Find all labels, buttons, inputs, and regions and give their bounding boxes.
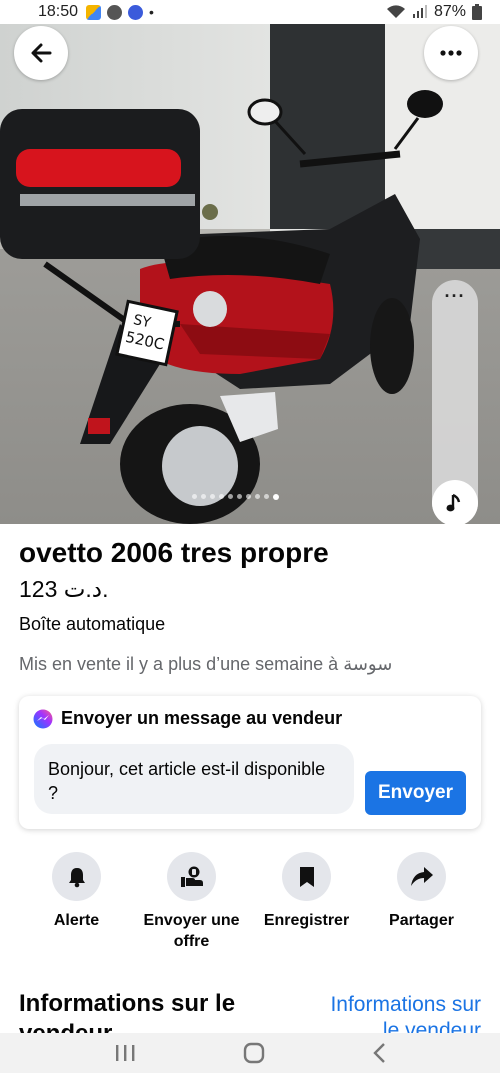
listing-date-location: Mis en vente il y a plus d’une semaine à… <box>19 654 393 674</box>
share-button[interactable] <box>397 852 446 901</box>
gallery-notification-icon <box>86 4 102 20</box>
carousel-dot <box>201 494 206 499</box>
carousel-dot <box>219 494 224 499</box>
more-notifications-icon: • <box>149 4 154 20</box>
more-options-button[interactable] <box>424 26 478 80</box>
listing-title: ovetto 2006 tres propre <box>19 537 329 568</box>
carousel-dot-active <box>273 494 279 500</box>
app-notification-icon <box>128 4 144 20</box>
alert-button[interactable] <box>52 852 101 901</box>
settings-notification-icon <box>107 4 123 20</box>
back-button[interactable] <box>14 26 68 80</box>
listing-condition: Boîte automatique <box>19 614 166 634</box>
save-button[interactable] <box>282 852 331 901</box>
android-nav-bar <box>0 1033 500 1073</box>
save-action[interactable]: Enregistrer <box>249 852 364 952</box>
seller-section-title: Informations sur le vendeur <box>19 990 236 1033</box>
make-offer-label: Envoyer une offre <box>143 912 240 950</box>
back-nav-icon[interactable] <box>372 1042 386 1064</box>
messenger-icon <box>33 709 53 728</box>
music-button[interactable] <box>432 480 478 524</box>
carousel-dot <box>255 494 260 499</box>
music-note-icon <box>446 493 461 512</box>
alert-label: Alerte <box>53 912 100 929</box>
make-offer-button[interactable] <box>167 852 216 901</box>
battery-percent: 87% <box>433 3 466 20</box>
scooter-image: SY 520C <box>0 24 500 524</box>
message-seller-card: Envoyer un message au vendeur Bonjour, c… <box>19 696 481 829</box>
seller-info-link[interactable]: Informations sur le vendeur <box>321 992 481 1033</box>
make-offer-action[interactable]: Envoyer une offre <box>134 852 249 952</box>
listing-photo[interactable]: SY 520C ··· <box>0 24 500 524</box>
carousel-dot <box>246 494 251 499</box>
save-label: Enregistrer <box>263 912 350 929</box>
message-input[interactable]: Bonjour, cet article est-il disponible ? <box>34 744 354 814</box>
notification-icons: • <box>86 4 154 20</box>
carousel-dot <box>192 494 197 499</box>
recent-apps-icon[interactable] <box>114 1044 136 1062</box>
bookmark-icon <box>299 866 314 887</box>
alert-action[interactable]: Alerte <box>19 852 134 952</box>
send-button[interactable]: Envoyer <box>365 771 466 815</box>
message-header: Envoyer un message au vendeur <box>33 708 342 729</box>
carousel-dot <box>228 494 233 499</box>
home-icon[interactable] <box>243 1042 265 1064</box>
message-header-label: Envoyer un message au vendeur <box>61 708 343 728</box>
carousel-dot <box>264 494 269 499</box>
offer-icon <box>180 866 203 887</box>
share-label: Partager <box>389 912 454 929</box>
status-bar: 18:50 • 87% <box>0 0 500 24</box>
share-action[interactable]: Partager <box>364 852 479 952</box>
status-time: 18:50 <box>38 3 79 20</box>
action-row: Alerte Envoyer une offre Enregistrer Par… <box>0 852 500 952</box>
signal-icon <box>412 5 427 18</box>
battery-icon <box>472 4 482 20</box>
media-side-panel[interactable]: ··· <box>432 280 478 524</box>
share-icon <box>410 866 433 886</box>
carousel-indicator <box>192 494 279 500</box>
carousel-dot <box>210 494 215 499</box>
wifi-icon <box>386 5 405 19</box>
carousel-dot <box>237 494 242 499</box>
arrow-left-icon <box>31 43 52 63</box>
listing-price: 123 د.ت. <box>19 576 109 602</box>
more-dots-icon <box>440 50 462 56</box>
bell-icon <box>68 867 85 887</box>
panel-more-icon[interactable]: ··· <box>432 287 478 305</box>
